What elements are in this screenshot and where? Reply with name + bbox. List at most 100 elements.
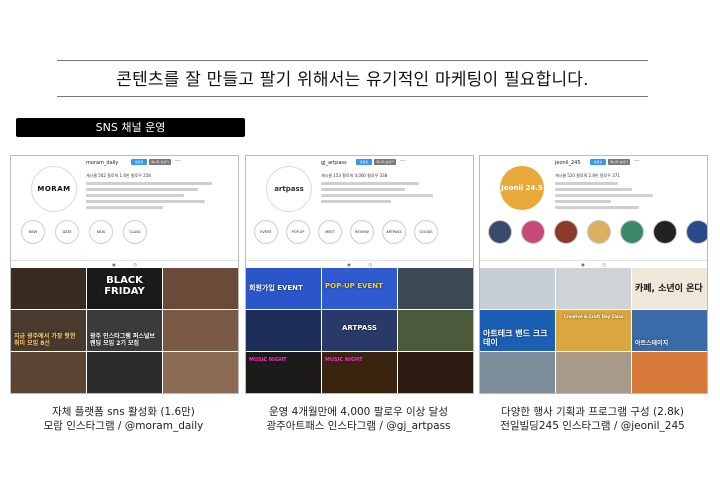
- post-tile[interactable]: [480, 352, 555, 393]
- post-tile[interactable]: [11, 268, 86, 309]
- post-tile[interactable]: 카페, 소년이 온다: [632, 268, 707, 309]
- caption-jeonil: 다양한 행사 기획과 프로그램 구성 (2.8k) 전일빌딩245 인스타그램 …: [479, 405, 706, 433]
- follow-button[interactable]: 팔로잉: [356, 159, 372, 165]
- message-button[interactable]: 메시지 보내기: [608, 159, 630, 165]
- post-title: 아트테크 밴드 크크데이: [483, 329, 548, 347]
- post-tile[interactable]: [246, 310, 321, 351]
- message-button[interactable]: 메시지 보내기: [149, 159, 171, 165]
- post-tile[interactable]: MUSIC NIGHT: [322, 352, 397, 393]
- post-tile[interactable]: [398, 352, 473, 393]
- post-title: MUSIC NIGHT: [249, 357, 287, 363]
- profile-stats: 게시물 520 팔로워 2.8만 팔로우 371: [555, 173, 620, 178]
- follow-button[interactable]: 팔로잉: [131, 159, 147, 165]
- profile-bio: [86, 182, 226, 212]
- page-headline: 콘텐츠를 잘 만들고 팔기 위해서는 유기적인 마케팅이 필요합니다.: [116, 70, 589, 90]
- post-tile[interactable]: POP-UP EVENT: [322, 268, 397, 309]
- highlight-item[interactable]: [620, 220, 644, 244]
- caption-line-2: 전일빌딩245 인스타그램 / @jeonil_245: [500, 420, 685, 432]
- highlight-item[interactable]: NEW: [21, 220, 45, 244]
- caption-line-2: 광주아트패스 인스타그램 / @gj_artpass: [266, 420, 451, 432]
- post-tile[interactable]: 아트스테이지: [632, 310, 707, 351]
- post-tile[interactable]: [398, 268, 473, 309]
- follow-button[interactable]: 팔로잉: [590, 159, 606, 165]
- post-tile[interactable]: [163, 352, 238, 393]
- highlight-row: [488, 220, 707, 244]
- highlight-item[interactable]: REVIEW: [350, 220, 374, 244]
- highlight-item[interactable]: KIDS: [89, 220, 113, 244]
- highlight-item[interactable]: MEET: [318, 220, 342, 244]
- caption-line-1: 다양한 행사 기획과 프로그램 구성 (2.8k): [501, 406, 684, 418]
- profile-username: moram_daily: [86, 160, 119, 166]
- post-tile[interactable]: 지금 광주에서 가장 핫한 취미 모임 8선: [11, 310, 86, 351]
- post-tile[interactable]: 회원가입 EVENT: [246, 268, 321, 309]
- profile-logo: MORAM: [37, 185, 71, 193]
- post-title: 광주 인스타그램 퍼스널브랜딩 모임 2기 모집: [90, 333, 155, 347]
- highlight-item[interactable]: GOODS: [414, 220, 438, 244]
- caption-line-1: 자체 플랫폼 sns 활성화 (1.6만): [52, 406, 195, 418]
- profile-logo: Jeonil 24.5: [501, 184, 543, 192]
- highlight-row: EVENT POP-UP MEET REVIEW ARTPASS GOODS: [254, 220, 463, 244]
- screenshot-moram: MORAM moram_daily 팔로잉 메시지 보내기 ··· 게시물 56…: [10, 155, 239, 394]
- screenshot-artpass: artpass gj_artpass 팔로잉 메시지 보내기 ··· 게시물 1…: [245, 155, 474, 394]
- post-tile[interactable]: [163, 268, 238, 309]
- post-tile[interactable]: [480, 268, 555, 309]
- post-tile[interactable]: 아트테크 밴드 크크데이: [480, 310, 555, 351]
- caption-line-1: 운영 4개월만에 4,000 팔로우 이상 달성: [268, 406, 448, 418]
- highlight-item[interactable]: [554, 220, 578, 244]
- highlight-item[interactable]: [521, 220, 545, 244]
- profile-avatar: artpass: [266, 166, 312, 212]
- post-grid: 카페, 소년이 온다 아트테크 밴드 크크데이 Creative & Craft…: [480, 268, 707, 393]
- post-tile[interactable]: [556, 268, 631, 309]
- post-tile[interactable]: [556, 352, 631, 393]
- highlight-item[interactable]: POP-UP: [286, 220, 310, 244]
- caption-moram: 자체 플랫폼 sns 활성화 (1.6만) 모람 인스타그램 / @moram_…: [10, 405, 237, 433]
- profile-username: jeonil_245: [555, 160, 581, 166]
- post-title: BLACK FRIDAY: [104, 275, 145, 297]
- highlight-item[interactable]: [653, 220, 677, 244]
- highlight-item[interactable]: CLASS: [123, 220, 147, 244]
- post-tile[interactable]: BLACK FRIDAY: [87, 268, 162, 309]
- post-tile[interactable]: [632, 352, 707, 393]
- post-title: 회원가입 EVENT: [249, 284, 303, 292]
- message-button[interactable]: 메시지 보내기: [374, 159, 396, 165]
- post-tile[interactable]: [11, 352, 86, 393]
- post-tile[interactable]: ARTPASS: [322, 310, 397, 351]
- highlight-row: NEW DATE KIDS CLASS: [21, 220, 228, 244]
- screenshot-jeonil: Jeonil 24.5 jeonil_245 팔로잉 메시지 보내기 ··· 게…: [479, 155, 708, 394]
- section-tag: SNS 채널 운영: [16, 118, 245, 137]
- caption-line-2: 모람 인스타그램 / @moram_daily: [43, 420, 204, 432]
- profile-bio: [555, 182, 695, 212]
- post-title: ARTPASS: [342, 324, 377, 332]
- highlight-item[interactable]: [488, 220, 512, 244]
- profile-avatar: MORAM: [31, 166, 77, 212]
- post-tile[interactable]: [163, 310, 238, 351]
- post-title: 지금 광주에서 가장 핫한 취미 모임 8선: [14, 333, 76, 347]
- profile-stats: 게시물 562 팔로워 1.6만 팔로우 258: [86, 173, 151, 178]
- bottom-rule: [57, 96, 648, 97]
- post-title: MUSIC NIGHT: [325, 357, 363, 363]
- post-tile[interactable]: [87, 352, 162, 393]
- highlight-item[interactable]: [587, 220, 611, 244]
- top-rule: [57, 60, 648, 61]
- post-grid: 회원가입 EVENT POP-UP EVENT ARTPASS MUSIC NI…: [246, 268, 473, 393]
- post-grid: BLACK FRIDAY 지금 광주에서 가장 핫한 취미 모임 8선 광주 인…: [11, 268, 238, 393]
- profile-logo: artpass: [274, 185, 304, 193]
- caption-artpass: 운영 4개월만에 4,000 팔로우 이상 달성 광주아트패스 인스타그램 / …: [245, 405, 472, 433]
- highlight-item[interactable]: [686, 220, 707, 244]
- profile-bio: [321, 182, 461, 206]
- profile-stats: 게시물 153 팔로워 4,000 팔로우 338: [321, 173, 388, 178]
- more-icon[interactable]: ···: [400, 158, 406, 165]
- highlight-item[interactable]: DATE: [55, 220, 79, 244]
- post-tile[interactable]: Creative & Craft Day Class: [556, 310, 631, 351]
- highlight-item[interactable]: ARTPASS: [382, 220, 406, 244]
- post-title: Creative & Craft Day Class: [563, 314, 624, 319]
- more-icon[interactable]: ···: [175, 158, 181, 165]
- highlight-item[interactable]: EVENT: [254, 220, 278, 244]
- profile-username: gj_artpass: [321, 160, 347, 166]
- post-title: POP-UP EVENT: [325, 282, 383, 290]
- more-icon[interactable]: ···: [634, 158, 640, 165]
- post-tile[interactable]: [398, 310, 473, 351]
- post-title: 아트스테이지: [635, 340, 669, 347]
- post-tile[interactable]: MUSIC NIGHT: [246, 352, 321, 393]
- post-tile[interactable]: 광주 인스타그램 퍼스널브랜딩 모임 2기 모집: [87, 310, 162, 351]
